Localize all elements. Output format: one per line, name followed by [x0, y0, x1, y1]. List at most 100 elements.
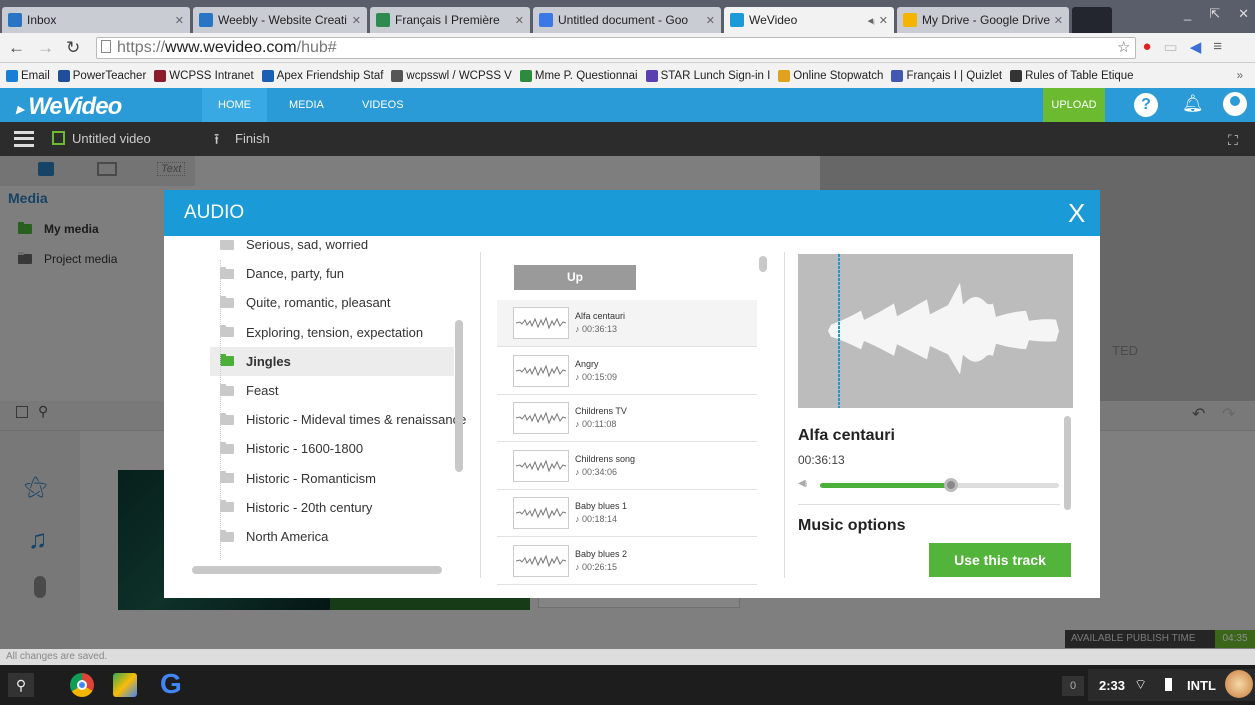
tab-francais[interactable]: Français I Première ✕ — [370, 7, 530, 33]
tab-close-icon[interactable]: ✕ — [515, 14, 524, 27]
category-item[interactable]: Jingles — [210, 346, 454, 376]
tab-weebly[interactable]: Weebly - Website Creati ✕ — [193, 7, 367, 33]
upload-arrow-icon: ⭱ — [214, 131, 220, 148]
url-input[interactable]: https://www.wevideo.com/hub# — [96, 37, 1136, 59]
bookmarks-overflow-icon[interactable]: » — [1237, 70, 1255, 82]
tab-drive[interactable]: My Drive - Google Drive ✕ — [897, 7, 1069, 33]
hamburger-menu-icon[interactable] — [14, 131, 34, 147]
category-item[interactable]: Feast — [210, 376, 454, 405]
launcher-search-icon[interactable]: ⚲ — [8, 673, 34, 697]
logo-text: WeVideo — [28, 93, 122, 120]
wevideo-favicon-icon — [730, 13, 744, 27]
track-item[interactable]: Childrens song ♪ 00:34:06 — [497, 443, 757, 490]
bookmark-item[interactable]: Français I | Quizlet — [891, 69, 1003, 82]
track-name: Childrens TV — [575, 406, 627, 417]
star-icon[interactable]: ☆ — [1117, 38, 1130, 56]
bookmark-item[interactable]: STAR Lunch Sign-in I — [645, 69, 770, 82]
category-item[interactable]: Historic - 1600-1800 — [210, 434, 454, 463]
cast-icon[interactable]: ▭ — [1164, 38, 1178, 56]
menu-icon[interactable]: ≡ — [1213, 38, 1222, 56]
folder-icon — [220, 441, 234, 454]
tab-title: Untitled document - Goo — [558, 13, 689, 27]
minimize-icon[interactable]: _ — [1184, 6, 1191, 22]
bookmark-icon — [57, 69, 70, 82]
weebly-favicon-icon — [199, 13, 213, 27]
notification-count[interactable]: 0 — [1062, 676, 1084, 696]
category-hscrollbar[interactable] — [192, 566, 442, 574]
volume-slider[interactable] — [820, 478, 1059, 492]
google-icon[interactable]: G — [160, 668, 182, 700]
waveform[interactable] — [798, 254, 1073, 408]
track-info: Baby blues 2 ♪ 00:26:15 — [575, 548, 627, 574]
bookmark-item[interactable]: Rules of Table Etique — [1010, 69, 1134, 82]
track-item[interactable]: Baby blues 2 ♪ 00:26:15 — [497, 538, 757, 585]
avatar[interactable] — [1223, 92, 1247, 116]
bookmark-label: Français I | Quizlet — [906, 69, 1003, 82]
bookmark-item[interactable]: Email — [6, 69, 50, 82]
user-avatar[interactable] — [1225, 670, 1253, 698]
track-info: Childrens song ♪ 00:34:06 — [575, 453, 635, 479]
tab-close-icon[interactable]: ✕ — [1054, 14, 1063, 27]
tab-close-icon[interactable]: ✕ — [879, 14, 888, 27]
fullscreen-icon[interactable]: ⛶ — [1228, 132, 1238, 149]
category-item[interactable]: Dance, party, fun — [210, 259, 454, 288]
help-icon[interactable]: ? — [1134, 93, 1158, 117]
bookmark-item[interactable]: wcpsswl / WCPSS V — [391, 69, 512, 82]
wevideo-logo[interactable]: ▸ WeVideo — [16, 93, 122, 121]
preview-scrollbar[interactable] — [1064, 416, 1071, 510]
maps-icon[interactable] — [113, 673, 137, 697]
back-icon[interactable]: ← — [8, 38, 25, 58]
close-window-icon[interactable]: ✕ — [1238, 6, 1249, 22]
bookmark-item[interactable]: Apex Friendship Staf — [261, 69, 383, 82]
category-item[interactable]: Exploring, tension, expectation — [210, 318, 454, 347]
category-item[interactable]: Serious, sad, worried — [210, 240, 454, 259]
category-item[interactable]: North America — [210, 522, 454, 551]
track-name: Baby blues 1 — [575, 501, 628, 512]
category-item[interactable]: Historic - Mideval times & renaissance — [210, 405, 466, 434]
close-icon[interactable]: X — [1068, 198, 1085, 229]
track-item[interactable]: Baby blues 1 ♪ 00:18:14 — [497, 490, 757, 538]
up-button[interactable]: Up — [514, 265, 636, 290]
track-item[interactable]: Alfa centauri ♪ 00:36:13 — [497, 300, 757, 347]
reload-icon[interactable]: ↻ — [66, 38, 80, 58]
finish-button[interactable]: Finish — [235, 131, 270, 146]
track-item[interactable]: Angry ♪ 00:15:09 — [497, 348, 757, 395]
extension-red-icon[interactable]: ● — [1142, 38, 1151, 56]
bookmark-item[interactable]: PowerTeacher — [57, 69, 146, 82]
url-path: /hub# — [296, 39, 337, 56]
bookmark-item[interactable]: WCPSS Intranet — [154, 69, 254, 82]
nav-videos[interactable]: VIDEOS — [346, 88, 420, 122]
track-item[interactable]: Childrens TV ♪ 00:11:08 — [497, 395, 757, 443]
new-tab-button[interactable] — [1072, 7, 1112, 33]
category-item[interactable]: Quite, romantic, pleasant — [210, 288, 454, 317]
upload-button[interactable]: UPLOAD — [1043, 88, 1105, 122]
category-item[interactable]: Historic - Romanticism — [210, 464, 454, 493]
forward-icon[interactable]: → — [37, 38, 54, 58]
tab-close-icon[interactable]: ✕ — [352, 14, 361, 27]
category-scrollbar[interactable] — [455, 320, 463, 472]
nav-home[interactable]: HOME — [202, 88, 267, 122]
tab-close-icon[interactable]: ✕ — [175, 14, 184, 27]
bell-icon[interactable]: 🔔︎ — [1182, 94, 1204, 114]
bookmark-item[interactable]: Online Stopwatch — [778, 69, 883, 82]
use-this-track-button[interactable]: Use this track — [929, 543, 1071, 577]
track-list — [0, 0, 1, 1]
tab-close-icon[interactable]: ✕ — [706, 14, 715, 27]
chrome-icon[interactable] — [70, 673, 94, 697]
bookmark-item[interactable]: Mme P. Questionnai — [519, 69, 638, 82]
category-label: Historic - Romanticism — [246, 470, 377, 486]
project-title[interactable]: Untitled video — [72, 131, 151, 146]
tab-inbox[interactable]: Inbox ✕ — [2, 7, 190, 33]
category-item[interactable]: Historic - 20th century — [210, 493, 454, 522]
folder-icon — [220, 500, 234, 513]
extension-blue-icon[interactable]: ◀ — [1190, 38, 1202, 56]
track-waveform-thumbnail — [513, 402, 569, 435]
nav-media[interactable]: MEDIA — [273, 88, 340, 122]
tab-wevideo[interactable]: WeVideo ◂ᵢ ✕ — [724, 7, 894, 33]
tracks-scrollbar[interactable] — [759, 256, 767, 272]
folder-icon — [220, 325, 234, 338]
tab-document[interactable]: Untitled document - Goo ✕ — [533, 7, 721, 33]
bookmark-icon — [645, 69, 658, 82]
maximize-icon[interactable]: ⇱ — [1209, 6, 1220, 22]
music-note-icon: ♪ — [575, 371, 583, 382]
